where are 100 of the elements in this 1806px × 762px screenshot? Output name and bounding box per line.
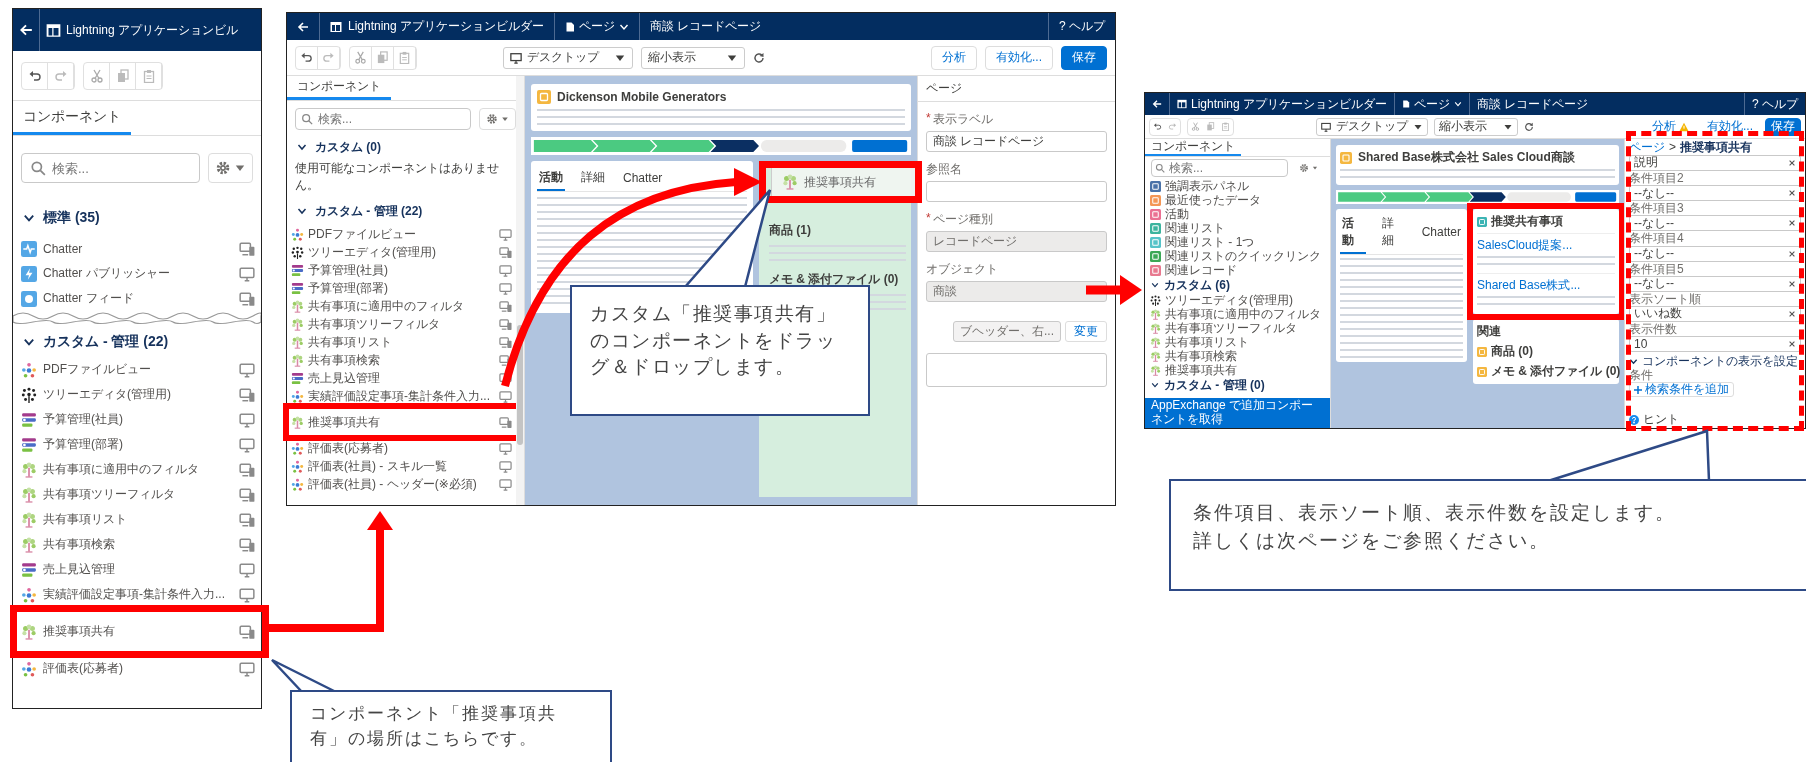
record-tab[interactable]: Chatter bbox=[1419, 213, 1463, 254]
component-item[interactable]: 実績評価設定事項-集計条件入力... bbox=[287, 387, 516, 405]
search-field[interactable]: 検索... bbox=[21, 153, 200, 183]
component-item[interactable]: PDFファイルビュー bbox=[13, 357, 261, 382]
close-icon[interactable] bbox=[1788, 279, 1796, 288]
chevron-icon[interactable] bbox=[1629, 357, 1638, 367]
back-arrow-icon[interactable] bbox=[297, 20, 309, 33]
component-item[interactable]: 推奨事項共有 bbox=[1145, 363, 1330, 377]
record-tab[interactable]: 詳細 bbox=[579, 167, 607, 191]
component-item[interactable]: ツリーエディタ(管理用) bbox=[1145, 293, 1330, 307]
close-icon[interactable] bbox=[1788, 249, 1796, 258]
section-header[interactable]: カスタム - 管理 (0) bbox=[1145, 377, 1330, 393]
close-icon[interactable] bbox=[1788, 309, 1796, 318]
component-item[interactable]: 予算管理(社員) bbox=[13, 407, 261, 432]
component-item[interactable]: 共有事項に適用中のフィルタ bbox=[13, 457, 261, 482]
record-tab[interactable]: 活動 bbox=[537, 167, 565, 191]
change-button[interactable]: 変更 bbox=[1065, 321, 1107, 342]
component-item[interactable]: 評価表(社員) - スキル一覧 bbox=[287, 457, 516, 475]
device-dropdown[interactable]: デスクトップ bbox=[1316, 117, 1428, 136]
toolbar-button[interactable]: 分析 bbox=[931, 45, 977, 70]
device-dropdown[interactable]: デスクトップ bbox=[503, 46, 633, 69]
text-field[interactable] bbox=[926, 181, 1107, 202]
component-item[interactable]: 共有事項ツリーフィルタ bbox=[1145, 321, 1330, 335]
back-arrow-icon[interactable] bbox=[1152, 99, 1162, 109]
component-item[interactable]: 関連リストのクイックリンク bbox=[1145, 249, 1330, 263]
component-item[interactable]: Chatter bbox=[13, 236, 261, 261]
close-icon[interactable] bbox=[1788, 340, 1796, 349]
select-field[interactable]: --なし-- bbox=[1629, 215, 1801, 232]
chevron-icon[interactable] bbox=[23, 212, 35, 224]
component-item[interactable]: 共有事項検索 bbox=[287, 351, 516, 369]
back-arrow-icon[interactable] bbox=[19, 23, 33, 37]
component-item[interactable]: 共有事項検索 bbox=[13, 532, 261, 557]
toolbar-button[interactable]: 保存 bbox=[1061, 45, 1107, 70]
component-item[interactable]: 実績評価設定事項-集計条件入力... bbox=[13, 582, 261, 607]
select-field[interactable]: --なし-- bbox=[1629, 185, 1801, 202]
refresh-icon[interactable] bbox=[1524, 121, 1534, 132]
components-tab[interactable]: コンポーネント bbox=[13, 101, 131, 135]
select-field[interactable]: 10 bbox=[1629, 336, 1801, 353]
section-header[interactable]: カスタム - 管理 (22) bbox=[287, 197, 516, 225]
post-link[interactable]: SalesCloud提案... bbox=[1477, 237, 1615, 254]
component-item[interactable]: 関連レコード bbox=[1145, 263, 1330, 277]
component-item[interactable]: 共有事項ツリーフィルタ bbox=[287, 315, 516, 333]
component-item[interactable]: Chatter フィード bbox=[13, 286, 261, 311]
component-item[interactable]: 共有事項リスト bbox=[287, 333, 516, 351]
refresh-icon[interactable] bbox=[753, 51, 765, 64]
page-menu[interactable]: ページ bbox=[565, 18, 630, 35]
select-field[interactable]: --なし-- bbox=[1629, 245, 1801, 262]
component-item[interactable]: 売上見込管理 bbox=[287, 369, 516, 387]
component-item[interactable]: 共有事項リスト bbox=[13, 507, 261, 532]
component-item[interactable]: 共有事項に適用中のフィルタ bbox=[287, 297, 516, 315]
help-link[interactable]: ? ヘルプ bbox=[1751, 95, 1798, 113]
zoom-dropdown[interactable]: 縮小表示 bbox=[1434, 117, 1518, 136]
component-item[interactable]: 売上見込管理 bbox=[13, 557, 261, 582]
record-tab[interactable]: Chatter bbox=[621, 167, 665, 191]
chevron-icon[interactable] bbox=[1151, 381, 1159, 389]
component-item[interactable]: 予算管理(部署) bbox=[13, 432, 261, 457]
component-item[interactable]: ツリーエディタ(管理用) bbox=[13, 382, 261, 407]
chevron-icon[interactable] bbox=[1151, 281, 1159, 289]
select-field[interactable]: 説明 bbox=[1629, 155, 1801, 171]
select-field[interactable]: いいね数 bbox=[1629, 305, 1801, 322]
zoom-dropdown[interactable]: 縮小表示 bbox=[641, 46, 745, 69]
component-item[interactable]: 関連リスト bbox=[1145, 221, 1330, 235]
component-item[interactable]: 関連リスト - 1つ bbox=[1145, 235, 1330, 249]
component-item[interactable]: ツリーエディタ(管理用) bbox=[287, 243, 516, 261]
component-item[interactable]: 共有事項ツリーフィルタ bbox=[13, 482, 261, 507]
text-field[interactable]: ブヘッダー、右... bbox=[953, 321, 1061, 342]
component-item[interactable]: 共有事項リスト bbox=[1145, 335, 1330, 349]
chevron-icon[interactable] bbox=[297, 142, 307, 152]
search-field[interactable]: 検索... bbox=[1151, 159, 1288, 177]
section-header[interactable]: カスタム (0) bbox=[287, 137, 516, 157]
record-tab[interactable]: 詳細 bbox=[1379, 213, 1406, 254]
component-item[interactable]: 強調表示パネル bbox=[1145, 179, 1330, 193]
text-field[interactable]: 商談 レコードページ bbox=[926, 131, 1107, 152]
chevron-icon[interactable] bbox=[23, 336, 35, 348]
appexchange-link[interactable]: AppExchange で追加コンポーネントを取得 bbox=[1145, 398, 1330, 428]
scrollbar[interactable] bbox=[516, 76, 524, 505]
component-item[interactable]: 予算管理(部署) bbox=[287, 279, 516, 297]
section-header[interactable]: カスタム (6) bbox=[1145, 277, 1330, 293]
post-link[interactable]: Shared Base株式... bbox=[1477, 277, 1615, 294]
component-item[interactable]: 共有事項検索 bbox=[1145, 349, 1330, 363]
close-icon[interactable] bbox=[1788, 159, 1796, 167]
toolbar-button[interactable]: 有効化... bbox=[985, 45, 1053, 70]
help-link[interactable]: ? ヘルプ bbox=[1058, 18, 1105, 35]
component-item[interactable]: 活動 bbox=[1145, 207, 1330, 221]
search-field[interactable]: 検索... bbox=[295, 108, 471, 130]
section-header[interactable]: カスタム - 管理 (22) bbox=[13, 327, 261, 357]
component-item[interactable]: 推奨事項共有 bbox=[287, 413, 516, 431]
components-tab[interactable]: コンポーネント bbox=[1145, 139, 1241, 156]
close-icon[interactable] bbox=[1788, 189, 1796, 198]
component-item[interactable]: PDFファイルビュー bbox=[287, 225, 516, 243]
component-item[interactable]: 共有事項に適用中のフィルタ bbox=[1145, 307, 1330, 321]
component-item[interactable]: 評価表(応募者) bbox=[287, 439, 516, 457]
chevron-icon[interactable] bbox=[297, 206, 307, 216]
record-tab[interactable]: 活動 bbox=[1340, 213, 1366, 254]
components-tab[interactable]: コンポーネント bbox=[287, 76, 391, 100]
select-field[interactable]: --なし-- bbox=[1629, 275, 1801, 292]
component-item[interactable]: 評価表(応募者) bbox=[13, 656, 261, 681]
component-item[interactable]: Chatter パブリッシャー bbox=[13, 261, 261, 286]
add-filter-button[interactable]: 検索条件を追加 bbox=[1629, 382, 1734, 398]
component-item[interactable]: 推奨事項共有 bbox=[13, 619, 261, 644]
